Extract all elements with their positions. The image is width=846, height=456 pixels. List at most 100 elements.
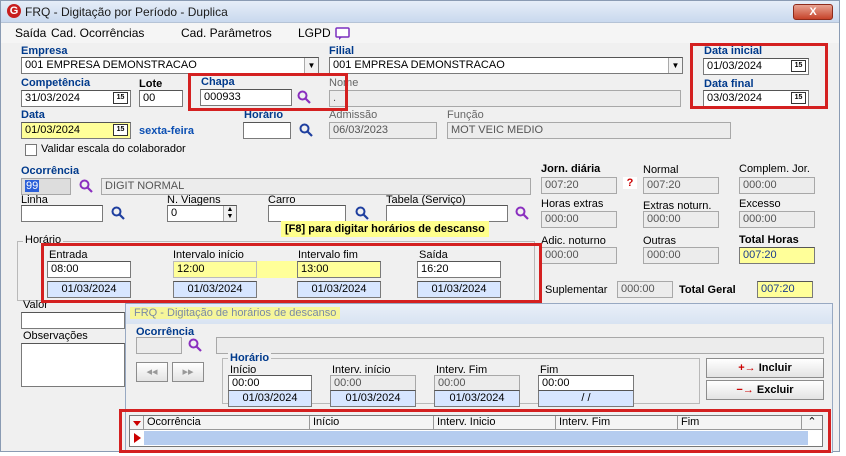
- complem-field: 000:00: [739, 177, 815, 194]
- observacoes-textarea[interactable]: [21, 343, 125, 387]
- incluir-button[interactable]: +→ Incluir: [706, 358, 824, 378]
- data-inicial-value: 01/03/2024: [707, 60, 763, 72]
- menu-lgpd[interactable]: LGPD: [298, 26, 331, 40]
- horas-extras-label: Horas extras: [541, 198, 604, 210]
- int-fim-time-field[interactable]: 13:00: [297, 261, 381, 278]
- data-inicial-label: Data inicial: [704, 45, 763, 57]
- search-icon[interactable]: [297, 90, 311, 104]
- data-inicial-field[interactable]: 01/03/2024 15: [703, 58, 809, 75]
- chevron-down-icon[interactable]: ▼: [304, 58, 318, 73]
- scroll-up-icon[interactable]: ⌃: [802, 416, 822, 430]
- chapa-label: Chapa: [201, 76, 235, 88]
- int-fim-date-field[interactable]: 01/03/2024: [297, 281, 381, 298]
- data-final-value: 03/03/2024: [707, 92, 763, 104]
- menu-cad-ocorrencias[interactable]: Cad. Ocorrências: [51, 26, 144, 40]
- nome-label: Nome: [329, 77, 359, 89]
- funcao-label: Função: [447, 109, 484, 121]
- search-icon[interactable]: [79, 179, 93, 193]
- int-inicio-date-field[interactable]: 01/03/2024: [173, 281, 257, 298]
- sub-ocorrencia-code-field[interactable]: [136, 337, 182, 354]
- carro-field[interactable]: [268, 205, 346, 222]
- prev-button[interactable]: ◂◂: [136, 362, 168, 382]
- grid-col-int-fim[interactable]: Interv. Fim: [556, 416, 678, 430]
- ocorrencia-code-field[interactable]: 99: [21, 178, 71, 195]
- sub-int-fim-date-field[interactable]: 01/03/2024: [434, 390, 520, 407]
- calendar-icon[interactable]: 15: [113, 92, 128, 104]
- tabela-field[interactable]: [386, 205, 508, 222]
- suplementar-label: Suplementar: [545, 284, 608, 296]
- empresa-label: Empresa: [21, 45, 68, 57]
- outras-label: Outras: [643, 235, 677, 247]
- linha-field[interactable]: [21, 205, 103, 222]
- entrada-date-field[interactable]: 01/03/2024: [47, 281, 131, 298]
- excesso-label: Excesso: [739, 198, 781, 210]
- chevron-down-icon[interactable]: ▼: [668, 58, 682, 73]
- grid-header: Ocorrência Início Interv. Inicio Interv.…: [130, 416, 822, 430]
- valor-field[interactable]: [21, 312, 125, 329]
- search-icon[interactable]: [111, 206, 125, 220]
- search-icon[interactable]: [515, 206, 529, 220]
- int-inicio-time-field[interactable]: 12:00: [173, 261, 257, 278]
- close-button[interactable]: X: [793, 4, 833, 20]
- data-field[interactable]: 01/03/2024 15: [21, 122, 131, 139]
- valor-label: Valor: [23, 299, 48, 311]
- sub-fim-date-field[interactable]: / /: [538, 390, 634, 407]
- data-final-field[interactable]: 03/03/2024 15: [703, 90, 809, 107]
- viagens-stepper[interactable]: 0 ▲ ▼: [167, 205, 237, 222]
- sub-inicio-date-field[interactable]: 01/03/2024: [228, 390, 312, 407]
- filial-select[interactable]: 001 EMPRESA DEMONSTRACAO ▼: [329, 57, 683, 74]
- lote-field[interactable]: 00: [139, 90, 183, 107]
- remove-row-icon: −→: [736, 384, 757, 396]
- competencia-value: 31/03/2024: [25, 92, 81, 104]
- table-row[interactable]: [144, 431, 808, 445]
- sub-int-inicio-date-field[interactable]: 01/03/2024: [330, 390, 416, 407]
- total-geral-label: Total Geral: [679, 284, 736, 296]
- grid-col-fim[interactable]: Fim: [678, 416, 802, 430]
- calendar-icon[interactable]: 15: [113, 124, 128, 136]
- horario-field[interactable]: [243, 122, 291, 139]
- grid-col-int-inicio[interactable]: Interv. Inicio: [434, 416, 556, 430]
- adic-noturno-label: Adic. noturno: [541, 235, 606, 247]
- saida-time-field[interactable]: 16:20: [417, 261, 501, 278]
- search-icon[interactable]: [188, 338, 202, 352]
- grid-col-inicio[interactable]: Início: [310, 416, 434, 430]
- calendar-icon[interactable]: 15: [791, 60, 806, 72]
- search-icon[interactable]: [299, 123, 313, 137]
- int-fim-label: Intervalo fim: [298, 249, 358, 261]
- filial-value: 001 EMPRESA DEMONSTRACAO: [333, 59, 505, 71]
- highlight-gap: [257, 261, 297, 278]
- ocorrencia-label: Ocorrência: [21, 165, 80, 177]
- funcao-field: MOT VEIC MEDIO: [447, 122, 731, 139]
- chapa-field[interactable]: 000933: [200, 89, 292, 106]
- admissao-field: 06/03/2023: [329, 122, 437, 139]
- app-logo-icon: G: [7, 4, 21, 18]
- competencia-field[interactable]: 31/03/2024 15: [21, 90, 131, 107]
- viagens-value: 0: [171, 207, 178, 219]
- menu-saida[interactable]: Saída: [15, 26, 46, 40]
- total-geral-field: 007:20: [757, 281, 813, 298]
- excluir-button[interactable]: −→ Excluir: [706, 380, 824, 400]
- calendar-icon[interactable]: 15: [791, 92, 806, 104]
- competencia-label: Competência: [21, 77, 91, 89]
- saida-label: Saída: [419, 249, 448, 261]
- nome-field: .: [329, 90, 681, 107]
- menu-cad-parametros[interactable]: Cad. Parâmetros: [181, 26, 272, 40]
- grid-menu-icon[interactable]: [130, 416, 144, 430]
- validar-escala-checkbox[interactable]: [25, 144, 37, 156]
- stepper-arrows-icon[interactable]: ▲ ▼: [223, 206, 236, 221]
- search-icon[interactable]: [355, 206, 369, 220]
- excluir-label: Excluir: [756, 384, 794, 396]
- chat-icon[interactable]: [335, 27, 350, 40]
- empresa-select[interactable]: 001 EMPRESA DEMONSTRACAO ▼: [21, 57, 319, 74]
- descanso-grid: Ocorrência Início Interv. Inicio Interv.…: [129, 415, 823, 447]
- sub-horario-label: Horário: [228, 352, 272, 364]
- saida-date-field[interactable]: 01/03/2024: [417, 281, 501, 298]
- entrada-time-field[interactable]: 08:00: [47, 261, 131, 278]
- observacoes-label: Observações: [23, 330, 88, 342]
- ocorrencia-desc-field: DIGIT NORMAL: [101, 178, 531, 195]
- next-button[interactable]: ▸▸: [172, 362, 204, 382]
- grid-col-ocorrencia[interactable]: Ocorrência: [144, 416, 310, 430]
- help-icon[interactable]: ?: [623, 177, 637, 189]
- extras-noturn-field: 000:00: [643, 211, 719, 228]
- data-value: 01/03/2024: [25, 124, 81, 136]
